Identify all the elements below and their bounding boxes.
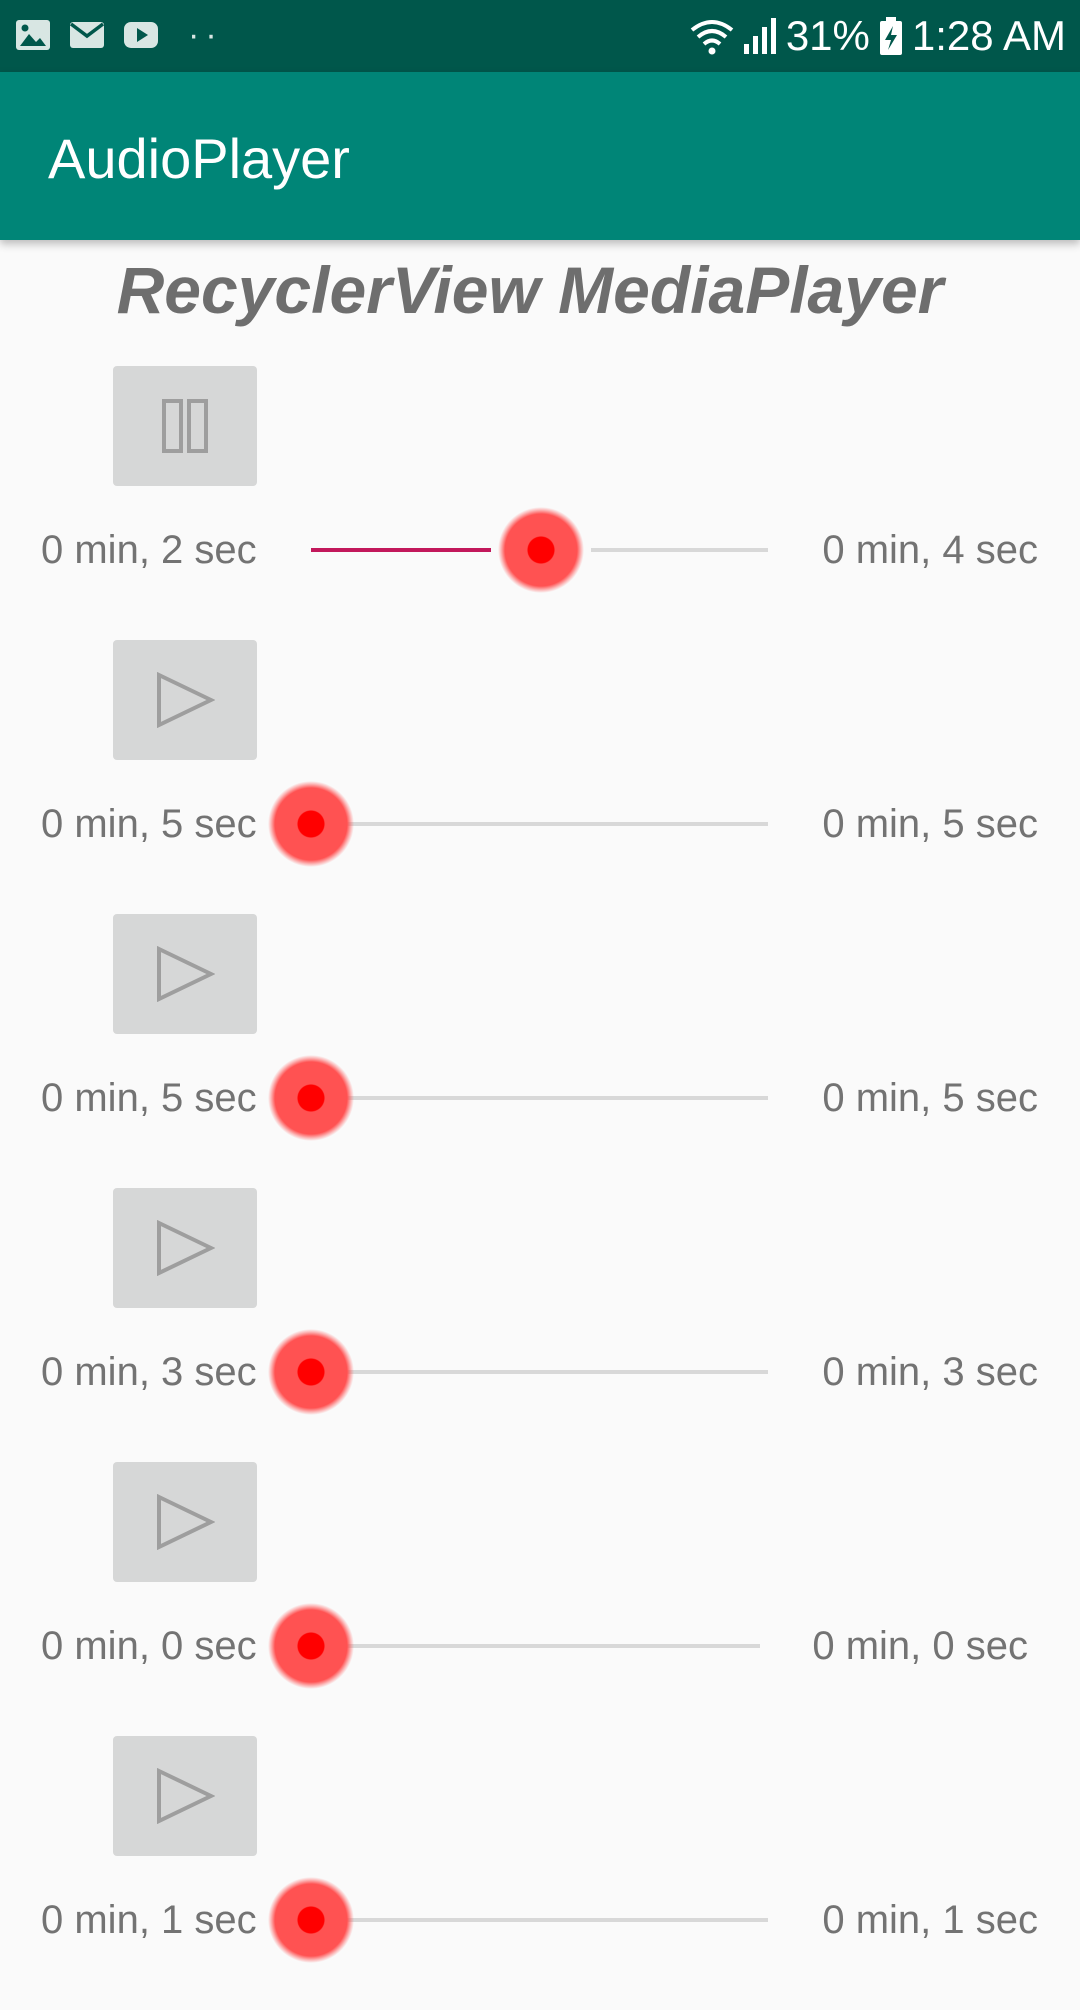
play-button[interactable] xyxy=(113,1736,257,1856)
total-time: 0 min, 1 sec xyxy=(822,1898,1038,1942)
play-icon xyxy=(157,946,215,1002)
play-icon xyxy=(157,1220,215,1276)
seek-thumb[interactable] xyxy=(497,507,584,593)
elapsed-time: 0 min, 5 sec xyxy=(41,1076,257,1120)
total-time: 0 min, 5 sec xyxy=(822,1076,1038,1120)
elapsed-time: 0 min, 1 sec xyxy=(41,1898,257,1942)
battery-percent: 31% xyxy=(785,12,870,59)
pause-button[interactable] xyxy=(113,366,257,486)
elapsed-time: 0 min, 0 sec xyxy=(41,1624,257,1668)
play-button[interactable] xyxy=(113,1188,257,1308)
seek-track xyxy=(311,1918,768,1922)
seek-thumb[interactable] xyxy=(268,1603,354,1689)
list-item: 0 min, 0 sec 0 min, 0 sec xyxy=(0,1462,1080,1736)
wifi-icon xyxy=(690,20,734,55)
clock: 1:28 AM xyxy=(911,12,1066,59)
seek-thumb[interactable] xyxy=(268,1877,354,1963)
total-time: 0 min, 3 sec xyxy=(822,1350,1038,1394)
image-icon xyxy=(16,20,50,50)
system-status: 31% 1:28 AM xyxy=(688,12,1066,60)
more-dots-icon: ·· xyxy=(188,16,223,54)
app-title: AudioPlayer xyxy=(48,127,350,190)
elapsed-time: 0 min, 2 sec xyxy=(41,528,257,572)
seek-track xyxy=(311,1644,760,1648)
pause-icon xyxy=(162,399,208,453)
play-icon xyxy=(157,1768,215,1824)
list-item: 0 min, 3 sec 0 min, 3 sec xyxy=(0,1188,1080,1462)
play-icon xyxy=(157,672,215,728)
list-item: 0 min, 1 sec 0 min, 1 sec xyxy=(0,1736,1080,2010)
seek-thumb[interactable] xyxy=(268,1055,354,1141)
seek-track xyxy=(311,1096,768,1100)
total-time: 0 min, 0 sec xyxy=(812,1624,1028,1668)
seek-track xyxy=(311,822,768,826)
list-item: 0 min, 2 sec 0 min, 4 sec xyxy=(0,366,1080,640)
seek-track xyxy=(311,1370,768,1374)
seek-thumb[interactable] xyxy=(268,1329,354,1415)
notification-area: ·· xyxy=(14,18,223,52)
total-time: 0 min, 5 sec xyxy=(822,802,1038,846)
battery-charging-icon xyxy=(879,17,902,55)
list-item: 0 min, 5 sec 0 min, 5 sec xyxy=(0,640,1080,914)
list-item: 0 min, 5 sec 0 min, 5 sec xyxy=(0,914,1080,1188)
app-bar: AudioPlayer xyxy=(0,72,1080,240)
play-button[interactable] xyxy=(113,640,257,760)
play-button[interactable] xyxy=(113,914,257,1034)
elapsed-time: 0 min, 3 sec xyxy=(41,1350,257,1394)
seek-thumb[interactable] xyxy=(268,781,354,867)
total-time: 0 min, 4 sec xyxy=(822,528,1038,572)
mail-icon xyxy=(69,22,105,48)
list-header: RecyclerView MediaPlayer xyxy=(116,253,944,327)
youtube-icon xyxy=(124,22,158,48)
elapsed-time: 0 min, 5 sec xyxy=(41,802,257,846)
status-bar: ·· 31% 1:28 AM xyxy=(0,0,1080,72)
signal-icon xyxy=(743,18,776,54)
play-icon xyxy=(157,1494,215,1550)
play-button[interactable] xyxy=(113,1462,257,1582)
